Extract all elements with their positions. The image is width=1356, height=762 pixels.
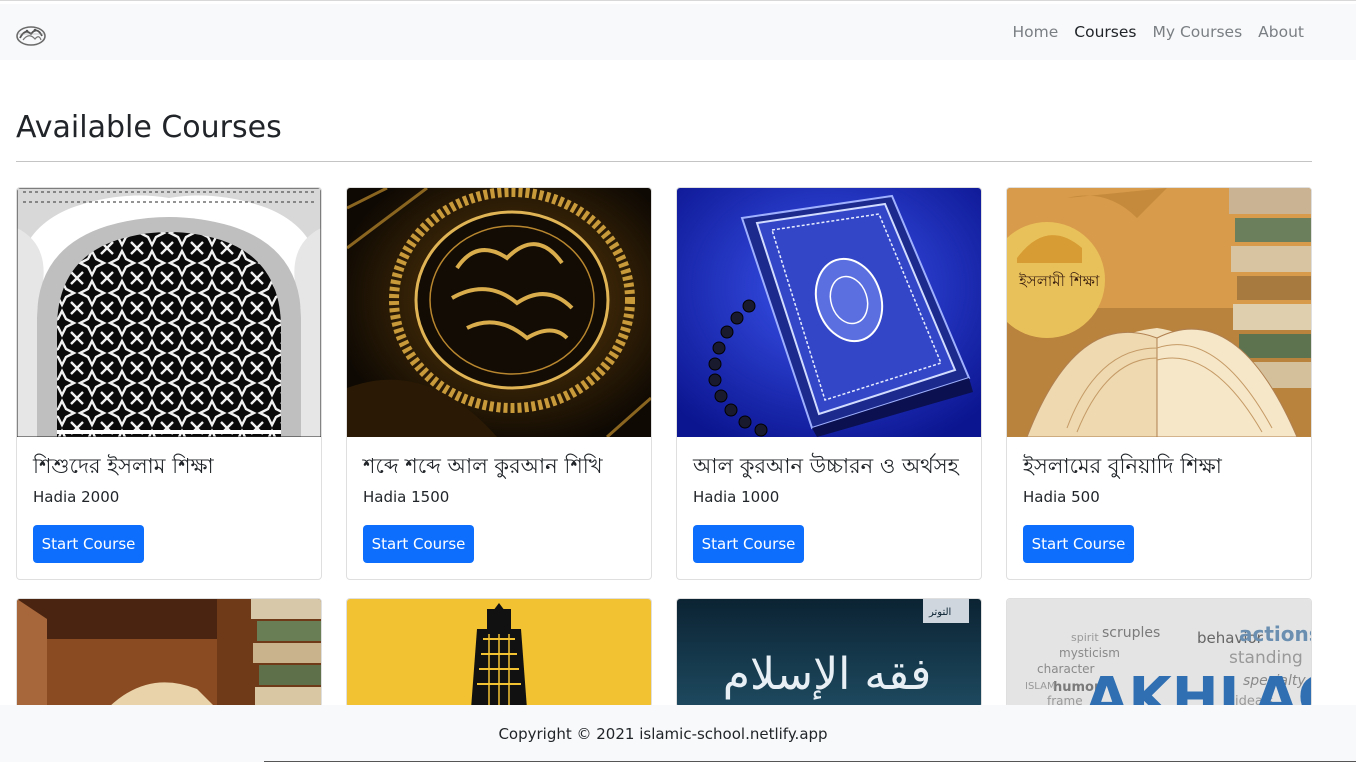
course-card-row2: scruples behavior actions spirit mystici… (1006, 598, 1312, 708)
course-card-row2 (346, 598, 652, 708)
course-title: ইসলামের বুনিয়াদি শিক্ষা (1023, 454, 1222, 478)
nav-link-about[interactable]: About (1258, 23, 1304, 41)
course-image-books-library (17, 599, 321, 707)
course-image-fiqh-islam: التوتر فقه الإسلام (677, 599, 981, 707)
nav-link-home[interactable]: Home (1013, 23, 1059, 41)
course-image-open-books: ইসলামী শিক্ষা (1007, 188, 1311, 437)
start-course-button[interactable]: Start Course (693, 525, 804, 563)
course-price: Hadia 500 (1023, 488, 1100, 506)
navbar: Home Courses My Courses About (0, 4, 1356, 60)
footer: Copyright © 2021 islamic-school.netlify.… (0, 705, 1356, 762)
wordcloud-word: standing (1229, 648, 1303, 668)
course-title: আল কুরআন উচ্চারন ও অর্থসহ (693, 454, 959, 478)
course-card-row2 (16, 598, 322, 708)
wordcloud-word: actions (1239, 622, 1311, 646)
course-price: Hadia 1500 (363, 488, 450, 506)
course-image-calligraphy-yellow (347, 599, 651, 707)
course-price: Hadia 2000 (33, 488, 120, 506)
svg-text:التوتر: التوتر (928, 607, 951, 618)
course-image-islamic-pattern (17, 188, 321, 437)
nav-links: Home Courses My Courses About (997, 4, 1304, 60)
course-card-row2: التوتر فقه الإسلام (676, 598, 982, 708)
start-course-button[interactable]: Start Course (1023, 525, 1134, 563)
wordcloud-word: ISLAM (1025, 681, 1056, 692)
course-card: আল কুরআন উচ্চারন ও অর্থসহ Hadia 1000 Sta… (676, 187, 982, 580)
course-card: শব্দে শব্দে আল কুরআন শিখি Hadia 1500 Sta… (346, 187, 652, 580)
course-card: ইসলামী শিক্ষা ইসলামের বুনিয়াদি শিক্ষা H… (1006, 187, 1312, 580)
wordcloud-word: scruples (1102, 625, 1160, 641)
course-image-blue-quran (677, 188, 981, 437)
start-course-button[interactable]: Start Course (33, 525, 144, 563)
wordcloud-word: spirit (1071, 631, 1099, 644)
wordcloud-word: AKHLAQ (1085, 666, 1311, 708)
nav-link-my-courses[interactable]: My Courses (1153, 23, 1243, 41)
islami-shiksha-image-text: ইসলামী শিক্ষা (1018, 272, 1100, 290)
nav-link-courses[interactable]: Courses (1074, 23, 1136, 41)
fiqh-image-text: فقه الإسلام (723, 649, 932, 700)
course-image-golden-quran (347, 188, 651, 437)
quran-calligraphy-logo-icon[interactable] (15, 22, 47, 48)
footer-copyright: Copyright © 2021 islamic-school.netlify.… (498, 725, 828, 743)
start-course-button[interactable]: Start Course (363, 525, 474, 563)
course-title: শব্দে শব্দে আল কুরআন শিখি (363, 454, 603, 478)
course-title: শিশুদের ইসলাম শিক্ষা (33, 454, 214, 478)
course-card: শিশুদের ইসলাম শিক্ষা Hadia 2000 Start Co… (16, 187, 322, 580)
course-image-akhlaq-wordcloud: scruples behavior actions spirit mystici… (1007, 599, 1311, 708)
page-title: Available Courses (16, 110, 282, 145)
title-divider (16, 161, 1312, 162)
course-price: Hadia 1000 (693, 488, 780, 506)
wordcloud-word: mysticism (1059, 646, 1120, 660)
